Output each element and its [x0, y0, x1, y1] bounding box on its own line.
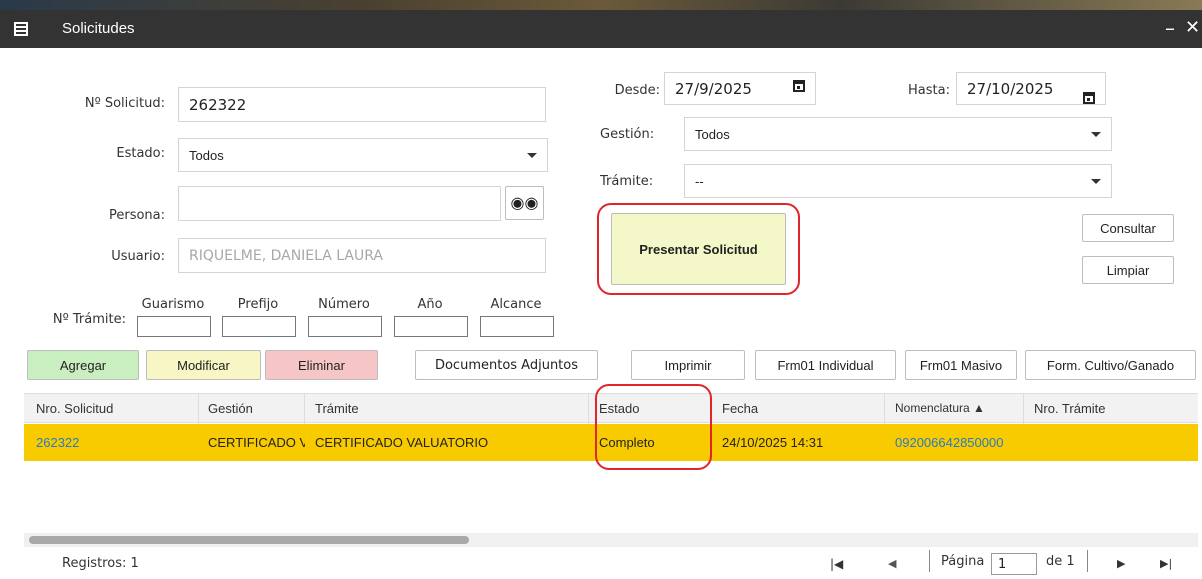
- estado-value: Todos: [189, 147, 224, 163]
- pager-divider: [1087, 550, 1088, 572]
- anio-input[interactable]: [394, 316, 468, 337]
- prev-page-button[interactable]: ◀: [888, 557, 896, 570]
- limpiar-button[interactable]: Limpiar: [1082, 256, 1174, 284]
- pagina-label: Página: [941, 554, 985, 569]
- pager-divider: [929, 550, 930, 572]
- page-total: de 1: [1046, 554, 1075, 569]
- nro-tramite-label: Nº Trámite:: [52, 312, 126, 327]
- col-fecha[interactable]: Fecha: [722, 401, 758, 416]
- cell-tramite: CERTIFICADO VALUATORIO: [315, 435, 489, 450]
- alcance-label: Alcance: [490, 297, 542, 312]
- numero-input[interactable]: [308, 316, 382, 337]
- chevron-down-icon: [1091, 178, 1101, 184]
- binoculars-icon: ◉◉: [510, 195, 539, 212]
- frm01-masivo-button[interactable]: Frm01 Masivo: [905, 350, 1017, 380]
- gestion-value: Todos: [695, 126, 730, 142]
- search-persona-button[interactable]: ◉◉: [505, 186, 544, 220]
- col-nomenclatura[interactable]: Nomenclatura ▲: [895, 401, 985, 415]
- numero-label: Número: [318, 297, 370, 312]
- tramite-value: --: [695, 173, 704, 189]
- next-page-button[interactable]: ▶: [1117, 557, 1125, 570]
- column-divider: [198, 394, 199, 424]
- horizontal-scrollbar[interactable]: [24, 533, 1198, 547]
- usuario-label: Usuario:: [111, 249, 165, 264]
- estado-label: Estado:: [116, 146, 165, 161]
- hasta-label: Hasta:: [908, 83, 950, 98]
- guarismo-input[interactable]: [137, 316, 211, 337]
- col-gestion[interactable]: Gestión: [208, 401, 253, 416]
- cell-nro-solicitud[interactable]: 262322: [36, 435, 186, 450]
- alcance-input[interactable]: [480, 316, 554, 337]
- gestion-label: Gestión:: [600, 127, 655, 142]
- column-divider: [588, 394, 589, 424]
- close-button[interactable]: ✕: [1185, 17, 1200, 38]
- tramite-label: Trámite:: [600, 174, 654, 189]
- last-page-button[interactable]: ▶|: [1160, 557, 1172, 570]
- nro-solicitud-input[interactable]: 262322: [178, 87, 546, 122]
- cell-fecha: 24/10/2025 14:31: [722, 435, 824, 450]
- modificar-button[interactable]: Modificar: [146, 350, 261, 380]
- column-divider: [304, 394, 305, 424]
- column-divider: [884, 394, 885, 424]
- list-icon: [14, 22, 28, 36]
- tramite-select[interactable]: --: [684, 164, 1112, 198]
- form-cultivo-ganado-button[interactable]: Form. Cultivo/Ganado: [1025, 350, 1196, 380]
- col-nro-tramite[interactable]: Nro. Trámite: [1034, 401, 1106, 416]
- calendar-icon[interactable]: [793, 80, 805, 92]
- minimize-button[interactable]: –: [1165, 16, 1175, 40]
- documentos-adjuntos-button[interactable]: Documentos Adjuntos: [415, 350, 598, 380]
- guarismo-label: Guarismo: [141, 297, 205, 312]
- anio-label: Año: [417, 297, 443, 312]
- window-titlebar: Solicitudes – ✕: [0, 10, 1202, 48]
- prefijo-input[interactable]: [222, 316, 296, 337]
- agregar-button[interactable]: Agregar: [27, 350, 139, 380]
- nro-solicitud-label: Nº Solicitud:: [84, 96, 165, 111]
- persona-label: Persona:: [108, 208, 165, 223]
- background-strip: [0, 0, 1202, 10]
- column-divider: [1023, 394, 1024, 424]
- imprimir-button[interactable]: Imprimir: [631, 350, 745, 380]
- chevron-down-icon: [527, 152, 537, 158]
- gestion-select[interactable]: Todos: [684, 117, 1112, 151]
- cell-nomenclatura[interactable]: 092006642850000: [895, 435, 1023, 450]
- window-title: Solicitudes: [62, 20, 135, 37]
- page-number-input[interactable]: 1: [991, 553, 1037, 575]
- registros-count: Registros: 1: [62, 556, 139, 571]
- usuario-input: RIQUELME, DANIELA LAURA: [178, 238, 546, 273]
- desde-value: 27/9/2025: [675, 79, 752, 98]
- chevron-down-icon: [1091, 131, 1101, 137]
- prefijo-label: Prefijo: [237, 297, 279, 312]
- first-page-button[interactable]: |◀: [830, 557, 843, 571]
- highlight-estado: [595, 384, 712, 470]
- scrollbar-thumb[interactable]: [29, 536, 469, 544]
- hasta-value: 27/10/2025: [967, 79, 1054, 98]
- consultar-button[interactable]: Consultar: [1082, 214, 1174, 242]
- desde-label: Desde:: [614, 83, 660, 98]
- cell-gestion: CERTIFICADO VALUATORIO: [208, 435, 305, 450]
- col-nro-solicitud[interactable]: Nro. Solicitud: [36, 401, 113, 416]
- estado-select[interactable]: Todos: [178, 138, 548, 172]
- col-tramite[interactable]: Trámite: [315, 401, 359, 416]
- frm01-individual-button[interactable]: Frm01 Individual: [755, 350, 896, 380]
- presentar-solicitud-button[interactable]: Presentar Solicitud: [611, 213, 786, 285]
- calendar-icon[interactable]: [1083, 92, 1095, 104]
- eliminar-button[interactable]: Eliminar: [265, 350, 378, 380]
- persona-input[interactable]: [178, 186, 501, 221]
